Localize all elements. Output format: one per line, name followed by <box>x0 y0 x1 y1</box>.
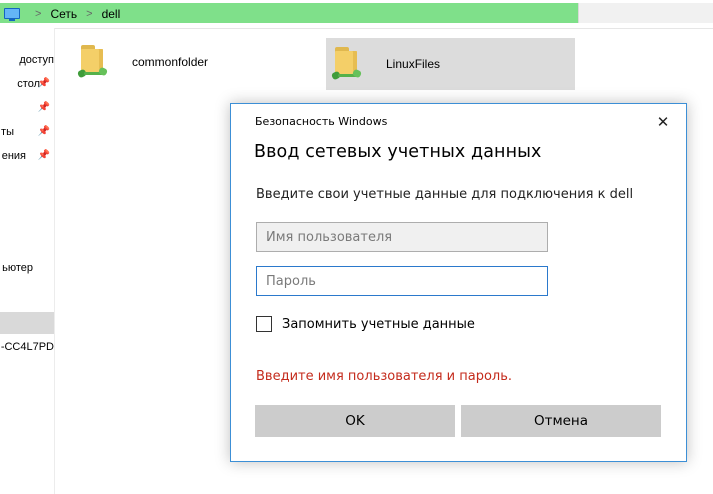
pin-icon: 📌 <box>37 126 50 137</box>
sidebar-item-downloads[interactable]: 📌 <box>0 97 54 119</box>
sidebar-item-label: ьютер <box>2 262 33 274</box>
navigation-pane: доступ стол 📌 📌 ты 📌 ения 📌 ьютер -CC4L7PD <box>0 28 55 494</box>
sidebar-item-label: доступ <box>19 54 54 66</box>
file-item-linuxfiles[interactable]: LinuxFiles <box>326 38 575 90</box>
credentials-dialog: Безопасность Windows ✕ Ввод сетевых учет… <box>230 103 687 462</box>
network-share-folder-icon <box>76 42 112 82</box>
ok-button[interactable]: OK <box>255 405 455 437</box>
address-bar[interactable]: > Сеть > dell <box>0 0 713 29</box>
sidebar-item-network[interactable] <box>0 312 54 334</box>
sidebar-item-documents[interactable]: ты 📌 <box>0 121 54 143</box>
network-share-folder-icon <box>330 44 366 84</box>
breadcrumb-network[interactable]: Сеть <box>50 7 77 21</box>
cancel-button[interactable]: Отмена <box>461 405 661 437</box>
sidebar-item-pictures[interactable]: ения 📌 <box>0 145 54 167</box>
dialog-message: Введите свои учетные данные для подключе… <box>256 187 634 202</box>
file-name: LinuxFiles <box>386 57 441 71</box>
sidebar-item-desktop[interactable]: стол 📌 <box>0 73 54 95</box>
breadcrumb: > Сеть > dell <box>4 4 120 24</box>
remember-label: Запомнить учетные данные <box>282 316 475 332</box>
breadcrumb-dell[interactable]: dell <box>102 7 121 21</box>
remember-credentials-option[interactable]: Запомнить учетные данные <box>256 316 475 332</box>
sidebar-item-quick-access[interactable]: доступ <box>0 49 54 71</box>
sidebar-item-label: ения <box>1 150 26 162</box>
file-name: commonfolder <box>132 55 209 69</box>
dialog-heading: Ввод сетевых учетных данных <box>254 142 542 162</box>
pin-icon: 📌 <box>37 150 50 161</box>
dialog-window-title: Безопасность Windows <box>255 115 388 128</box>
error-message: Введите имя пользователя и пароль. <box>256 369 513 384</box>
address-bar-empty[interactable] <box>578 3 713 23</box>
remember-checkbox[interactable] <box>256 316 272 332</box>
close-icon[interactable]: ✕ <box>652 111 674 133</box>
password-field[interactable] <box>256 266 548 296</box>
chevron-right-icon[interactable]: > <box>86 8 92 20</box>
chevron-right-icon[interactable]: > <box>35 8 41 20</box>
username-field[interactable] <box>256 222 548 252</box>
pin-icon: 📌 <box>37 102 50 113</box>
sidebar-item-label: -CC4L7PD <box>0 341 54 353</box>
sidebar-item-computer[interactable]: -CC4L7PD <box>0 336 54 358</box>
file-item-commonfolder[interactable]: commonfolder <box>72 36 292 88</box>
sidebar-item-label: ты <box>1 126 14 138</box>
pin-icon: 📌 <box>37 78 50 89</box>
computer-icon[interactable] <box>4 8 20 21</box>
sidebar-item-this-pc[interactable]: ьютер <box>0 257 54 279</box>
